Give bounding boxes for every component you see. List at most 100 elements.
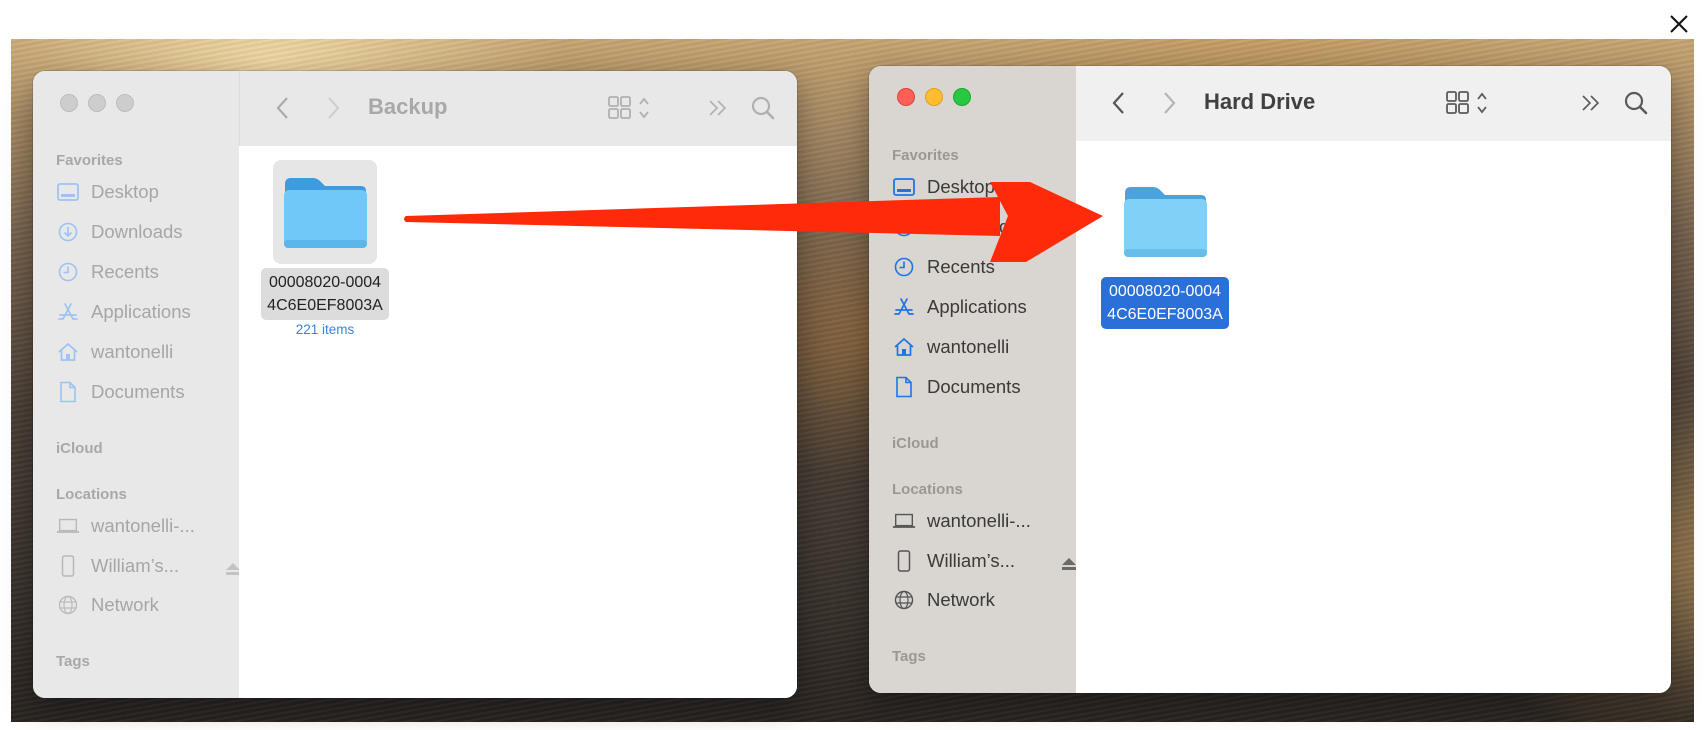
- toolbar: Hard Drive: [1076, 66, 1671, 142]
- sidebar-item-label: Applications: [91, 301, 191, 322]
- close-window-button[interactable]: [897, 88, 915, 106]
- laptop-icon: [56, 515, 80, 537]
- sidebar-item-network[interactable]: Network: [892, 586, 995, 614]
- home-icon: [892, 336, 916, 358]
- downloads-icon: [56, 221, 80, 243]
- back-button[interactable]: [1108, 88, 1130, 118]
- zoom-window-button[interactable]: [116, 94, 134, 112]
- folder-name-line1: 00008020-0004: [1108, 283, 1222, 300]
- folder-icon: [1124, 187, 1207, 257]
- globe-icon: [892, 589, 916, 611]
- folder-name-line2: 4C6E0EF8003A: [1107, 306, 1223, 323]
- home-icon: [56, 341, 80, 363]
- sidebar-item-recents[interactable]: Recents: [56, 258, 159, 286]
- sidebar: Favorites Desktop Downloads Recents Appl…: [33, 71, 240, 698]
- sidebar-item-iphone[interactable]: William’s...: [56, 552, 240, 580]
- search-icon: [1624, 91, 1648, 115]
- sidebar-item-home[interactable]: wantonelli: [56, 338, 173, 366]
- search-button[interactable]: [1623, 90, 1649, 121]
- phone-icon: [892, 550, 916, 572]
- double-chevron-icon: [709, 100, 727, 116]
- finder-window-hard-drive[interactable]: Favorites Desktop Downloads Recents Appl…: [869, 66, 1671, 693]
- sidebar-item-label: wantonelli-...: [91, 515, 195, 536]
- chevron-right-icon: [1164, 92, 1176, 114]
- finder-window-backup[interactable]: Favorites Desktop Downloads Recents Appl…: [33, 71, 797, 698]
- more-toolbar-button[interactable]: [707, 98, 729, 123]
- close-window-button[interactable]: [60, 94, 78, 112]
- folder-thumbnail: [1113, 169, 1217, 273]
- sidebar-item-label: Documents: [91, 381, 185, 402]
- sidebar-item-label: Desktop: [927, 176, 995, 197]
- sidebar-item-label: wantonelli-...: [927, 510, 1031, 531]
- view-mode-button[interactable]: [1446, 90, 1492, 121]
- sidebar-item-label: Recents: [91, 261, 159, 282]
- sidebar-item-iphone[interactable]: William’s...: [892, 547, 1076, 575]
- sidebar-item-applications[interactable]: Applications: [892, 293, 1027, 321]
- folder-name: 00008020-0004 4C6E0EF8003A: [261, 268, 389, 320]
- sidebar-item-computer[interactable]: wantonelli-...: [56, 512, 195, 540]
- sidebar-section-icloud: iCloud: [56, 440, 103, 457]
- view-mode-button[interactable]: [608, 95, 654, 126]
- sidebar-item-label: Downloads: [927, 216, 1019, 237]
- sidebar-item-computer[interactable]: wantonelli-...: [892, 507, 1031, 535]
- sidebar-item-label: wantonelli: [91, 341, 174, 362]
- eject-icon[interactable]: [1062, 553, 1076, 575]
- chevron-left-icon: [276, 97, 288, 119]
- window-title: Hard Drive: [1204, 89, 1316, 114]
- folder-item[interactable]: 00008020-0004 4C6E0EF8003A: [1090, 169, 1240, 329]
- sidebar-section-favorites: Favorites: [892, 147, 959, 164]
- sidebar-item-network[interactable]: Network: [56, 591, 159, 619]
- file-area: 00008020-0004 4C6E0EF8003A: [1076, 141, 1671, 693]
- file-area: 00008020-0004 4C6E0EF8003A 221 items: [239, 146, 797, 698]
- search-icon: [751, 96, 775, 120]
- forward-button[interactable]: [1158, 88, 1180, 118]
- applications-icon: [56, 301, 80, 323]
- more-toolbar-button[interactable]: [1580, 93, 1602, 118]
- sidebar: Favorites Desktop Downloads Recents Appl…: [869, 66, 1076, 693]
- sidebar-item-applications[interactable]: Applications: [56, 298, 191, 326]
- sidebar-item-label: Documents: [927, 376, 1021, 397]
- clock-icon: [56, 261, 80, 283]
- phone-icon: [56, 555, 80, 577]
- sidebar-item-downloads[interactable]: Downloads: [892, 213, 1019, 241]
- sidebar-item-home[interactable]: wantonelli: [892, 333, 1009, 361]
- minimize-window-button[interactable]: [88, 94, 106, 112]
- applications-icon: [892, 296, 916, 318]
- back-button[interactable]: [272, 93, 294, 123]
- folder-thumbnail: [273, 160, 377, 264]
- eject-icon[interactable]: [226, 558, 240, 580]
- sidebar-item-documents[interactable]: Documents: [892, 373, 1021, 401]
- laptop-icon: [892, 510, 916, 532]
- downloads-icon: [892, 216, 916, 238]
- sidebar-item-desktop[interactable]: Desktop: [56, 178, 159, 206]
- desktop-icon: [892, 176, 916, 198]
- folder-name-line2: 4C6E0EF8003A: [267, 297, 383, 314]
- sidebar-section-locations: Locations: [56, 486, 127, 503]
- sidebar-section-icloud: iCloud: [892, 435, 939, 452]
- sidebar-item-label: William’s...: [91, 555, 180, 576]
- sidebar-item-downloads[interactable]: Downloads: [56, 218, 183, 246]
- document-icon: [56, 381, 80, 403]
- item-count: 221 items: [295, 322, 355, 337]
- sidebar-item-label: wantonelli: [927, 336, 1010, 357]
- search-button[interactable]: [750, 95, 776, 126]
- sidebar-item-label: Desktop: [91, 181, 159, 202]
- sidebar-item-label: William’s...: [927, 550, 1016, 571]
- double-chevron-icon: [1582, 95, 1600, 111]
- folder-item[interactable]: 00008020-0004 4C6E0EF8003A 221 items: [250, 160, 400, 337]
- chevron-left-icon: [1112, 92, 1124, 114]
- clock-icon: [892, 256, 916, 278]
- window-controls: [897, 88, 971, 106]
- sidebar-section-locations: Locations: [892, 481, 963, 498]
- sidebar-item-desktop[interactable]: Desktop: [892, 173, 995, 201]
- zoom-window-button[interactable]: [953, 88, 971, 106]
- globe-icon: [56, 594, 80, 616]
- sidebar-item-documents[interactable]: Documents: [56, 378, 185, 406]
- forward-button[interactable]: [322, 93, 344, 123]
- sidebar-item-recents[interactable]: Recents: [892, 253, 995, 281]
- window-controls: [60, 94, 134, 112]
- minimize-window-button[interactable]: [925, 88, 943, 106]
- sidebar-item-label: Applications: [927, 296, 1027, 317]
- sidebar-section-tags: Tags: [56, 653, 90, 670]
- close-button[interactable]: [1667, 12, 1691, 36]
